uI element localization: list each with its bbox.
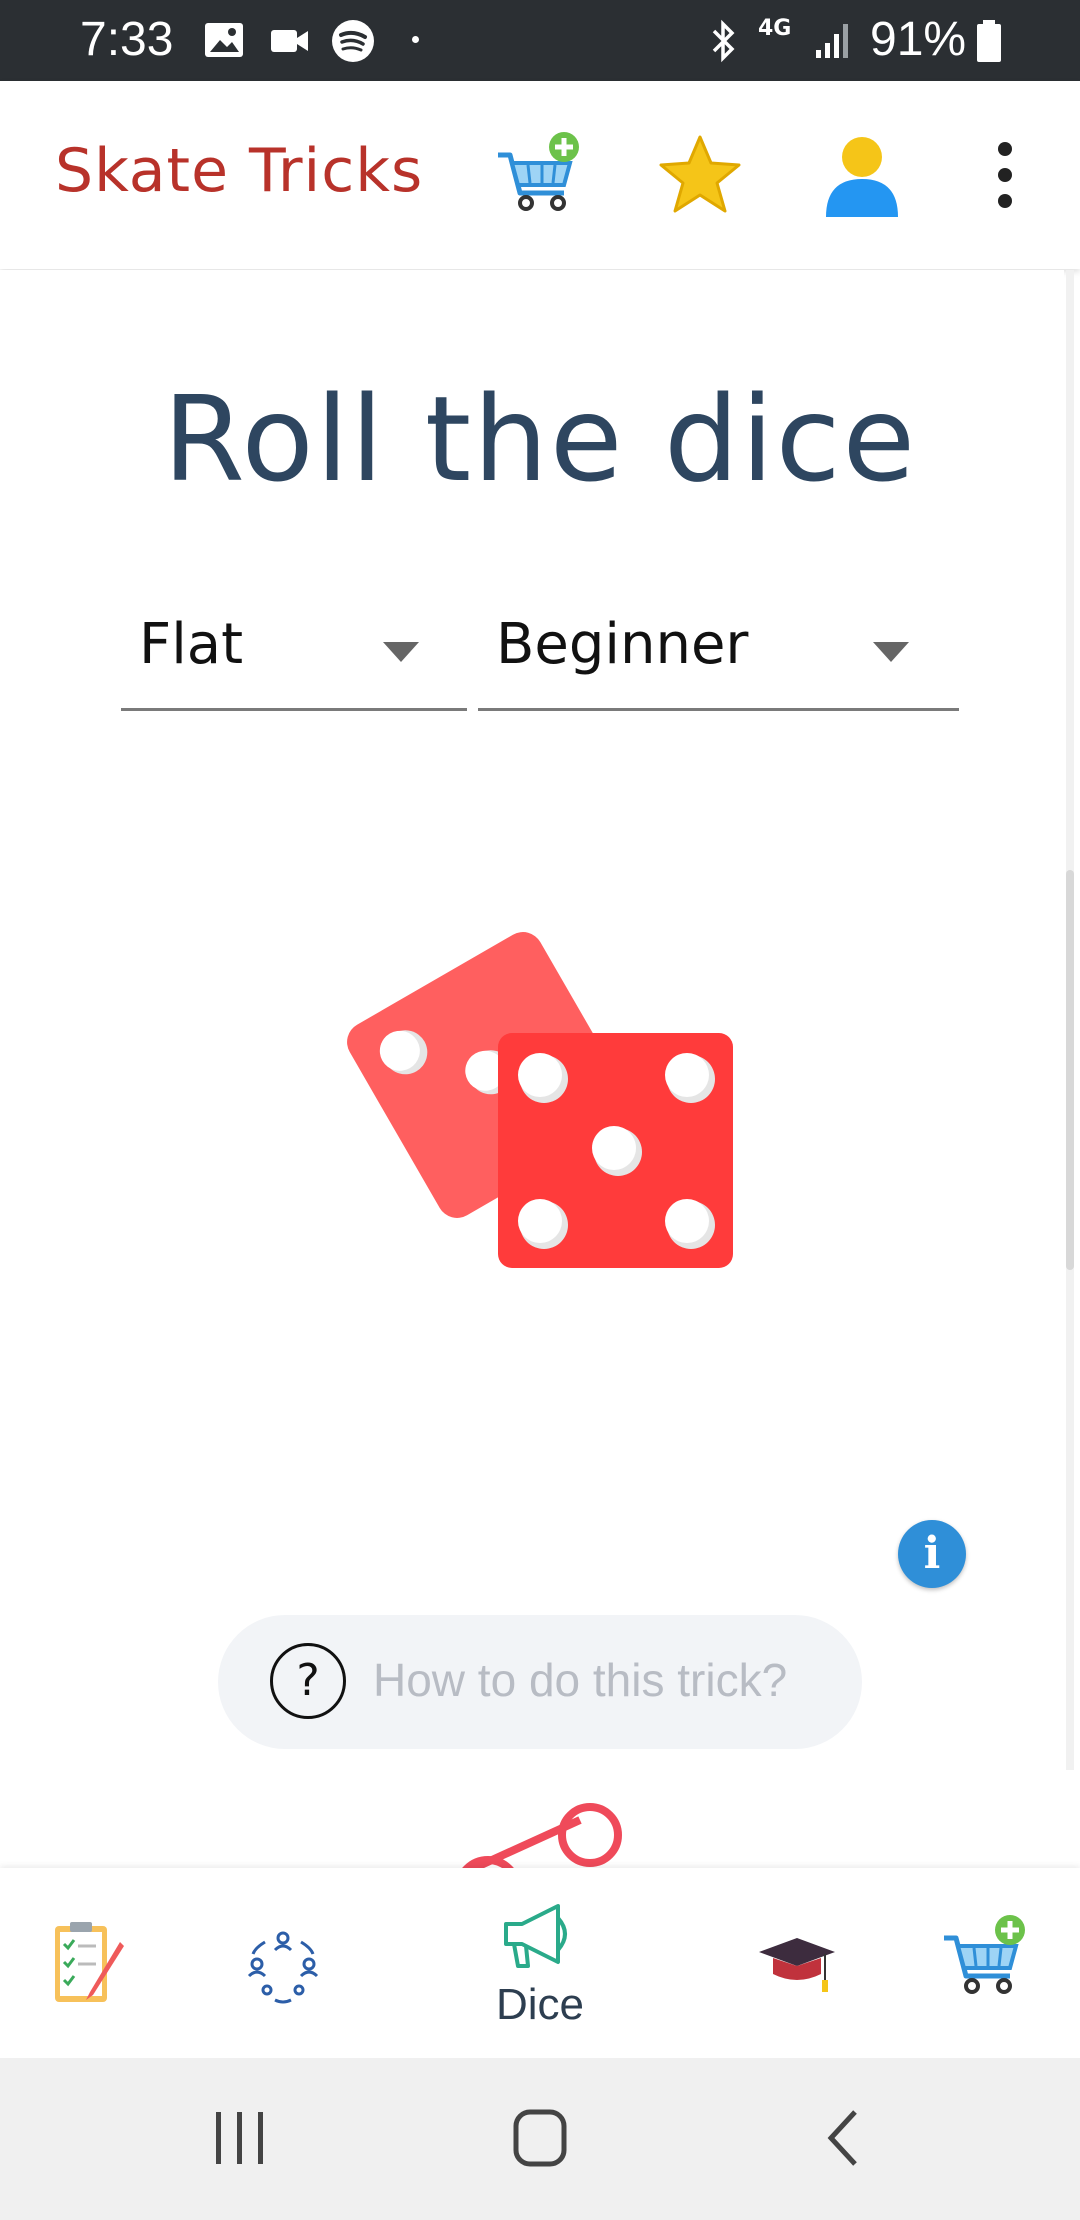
front-die-icon — [498, 1033, 733, 1268]
help-icon: ? — [270, 1643, 346, 1719]
system-navigation-bar — [0, 2058, 1080, 2220]
level-select[interactable]: Beginner — [478, 600, 959, 711]
cart-plus-icon[interactable] — [492, 125, 592, 225]
cart-plus-icon — [944, 1915, 1025, 1994]
status-bar: 7:33 4G 91% — [0, 0, 1080, 81]
nav-item-dice[interactable]: Dice — [470, 1868, 610, 2058]
star-icon[interactable] — [650, 125, 750, 225]
dot-icon — [412, 36, 419, 43]
spotify-icon — [332, 20, 374, 62]
megaphone-icon — [504, 1904, 567, 1968]
terrain-select[interactable]: Flat — [121, 600, 467, 711]
network-type: 4G — [758, 16, 792, 41]
chevron-down-icon — [873, 642, 909, 662]
profile-icon[interactable] — [812, 125, 912, 225]
how-to-label: How to do this trick? — [373, 1654, 788, 1706]
checklist-icon — [55, 1922, 124, 2002]
info-button[interactable]: i — [898, 1520, 966, 1588]
app-title: Skate Tricks — [55, 136, 424, 206]
more-options-icon[interactable] — [955, 125, 1055, 225]
community-icon — [247, 1931, 319, 2004]
gallery-icon — [205, 23, 243, 57]
video-icon — [271, 30, 308, 52]
nav-item-learn[interactable] — [747, 1868, 847, 2058]
hidden-graphic-icon — [460, 1803, 622, 1870]
chevron-down-icon — [383, 642, 419, 662]
back-icon[interactable] — [795, 2098, 895, 2178]
nav-item-checklist[interactable] — [40, 1868, 140, 2058]
signal-icon — [816, 24, 848, 58]
home-icon[interactable] — [490, 2098, 590, 2178]
dice-roll-button[interactable] — [300, 880, 760, 1280]
nav-item-community[interactable] — [233, 1868, 333, 2058]
battery-icon — [977, 20, 1001, 62]
terrain-select-value: Flat — [139, 612, 244, 677]
bottom-navigation: Dice — [0, 1868, 1080, 2058]
graduation-cap-icon — [759, 1938, 835, 1992]
status-time: 7:33 — [80, 13, 174, 66]
nav-item-shop[interactable] — [938, 1868, 1038, 2058]
page-title: Roll the dice — [162, 370, 918, 508]
how-to-button[interactable]: ? How to do this trick? — [218, 1615, 862, 1749]
bluetooth-icon — [712, 19, 735, 63]
scrollbar-thumb[interactable] — [1066, 870, 1074, 1270]
nav-label-dice: Dice — [495, 1980, 585, 2029]
level-select-value: Beginner — [496, 612, 749, 677]
recent-apps-icon[interactable] — [190, 2098, 290, 2178]
battery-percent: 91% — [870, 13, 967, 66]
app-bar: Skate Tricks — [0, 81, 1080, 269]
